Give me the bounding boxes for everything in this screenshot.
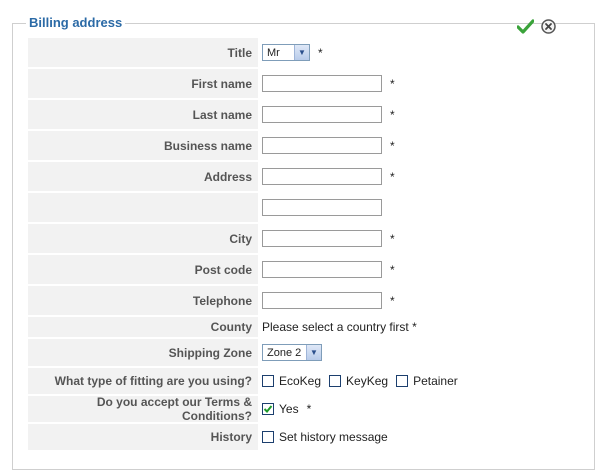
city-input[interactable] [262,230,382,247]
fitting-keykeg-checkbox[interactable] [329,375,342,387]
row-title: Title Mr ▼ * [28,38,580,67]
fieldset-actions [517,18,557,35]
address-line2-label [28,193,258,222]
fitting-option-petainer[interactable]: Petainer [396,374,458,388]
post-code-input[interactable] [262,261,382,278]
required-mark: * [306,402,312,416]
close-circle-icon[interactable] [540,18,557,35]
address-line1-input[interactable] [262,168,382,185]
telephone-input[interactable] [262,292,382,309]
title-select-value: Mr [267,46,280,59]
required-mark: * [318,45,323,60]
required-mark: * [390,262,395,277]
row-history: History Set history message [28,424,580,450]
row-address-line2 [28,193,580,222]
required-mark: * [390,293,395,308]
county-message: Please select a country first * [262,320,417,334]
required-mark: * [390,107,395,122]
chevron-down-icon: ▼ [294,45,309,60]
fitting-label: What type of fitting are you using? [28,368,258,394]
shipping-zone-label: Shipping Zone [28,339,258,366]
fitting-option-label: Petainer [413,374,458,388]
row-shipping-zone: Shipping Zone Zone 2 ▼ [28,339,580,366]
history-checkbox[interactable] [262,431,274,443]
address-label: Address [28,162,258,191]
terms-yes-label: Yes [279,402,299,416]
fitting-option-label: KeyKeg [346,374,389,388]
telephone-label: Telephone [28,286,258,315]
fitting-option-ecokeg[interactable]: EcoKeg [262,374,321,388]
business-name-input[interactable] [262,137,382,154]
row-last-name: Last name * [28,100,580,129]
history-label: History [28,424,258,450]
title-label: Title [28,38,258,67]
fitting-ecokeg-checkbox[interactable] [262,375,274,387]
fitting-options: EcoKeg KeyKeg Petainer [262,368,466,394]
fitting-option-keykeg[interactable]: KeyKeg [329,374,388,388]
title-select[interactable]: Mr ▼ [262,44,310,61]
fieldset-legend: Billing address [26,15,126,30]
row-business-name: Business name * [28,131,580,160]
business-name-label: Business name [28,131,258,160]
row-post-code: Post code * [28,255,580,284]
fitting-petainer-checkbox[interactable] [396,375,409,387]
row-fitting: What type of fitting are you using? EcoK… [28,368,580,394]
row-address: Address * [28,162,580,191]
first-name-label: First name [28,69,258,98]
shipping-zone-select[interactable]: Zone 2 ▼ [262,344,322,361]
county-label: County [28,317,258,337]
required-mark: * [390,76,395,91]
terms-label: Do you accept our Terms & Conditions? [28,395,258,423]
terms-option-yes[interactable]: Yes [262,402,299,416]
address-line2-input[interactable] [262,199,382,216]
required-mark: * [390,138,395,153]
history-option-label: Set history message [279,430,388,444]
last-name-label: Last name [28,100,258,129]
fitting-option-label: EcoKeg [279,374,322,388]
row-terms: Do you accept our Terms & Conditions? Ye… [28,395,580,423]
checkmark-icon [263,405,273,413]
city-label: City [28,224,258,253]
chevron-down-icon: ▼ [306,345,321,360]
terms-checkbox[interactable] [262,403,274,415]
last-name-input[interactable] [262,106,382,123]
checkmark-icon[interactable] [517,18,534,35]
shipping-zone-select-value: Zone 2 [267,346,302,359]
row-telephone: Telephone * [28,286,580,315]
post-code-label: Post code [28,255,258,284]
row-city: City * [28,224,580,253]
history-option[interactable]: Set history message [262,430,388,444]
row-county: County Please select a country first * [28,317,580,337]
required-mark: * [390,231,395,246]
row-first-name: First name * [28,69,580,98]
required-mark: * [390,169,395,184]
first-name-input[interactable] [262,75,382,92]
